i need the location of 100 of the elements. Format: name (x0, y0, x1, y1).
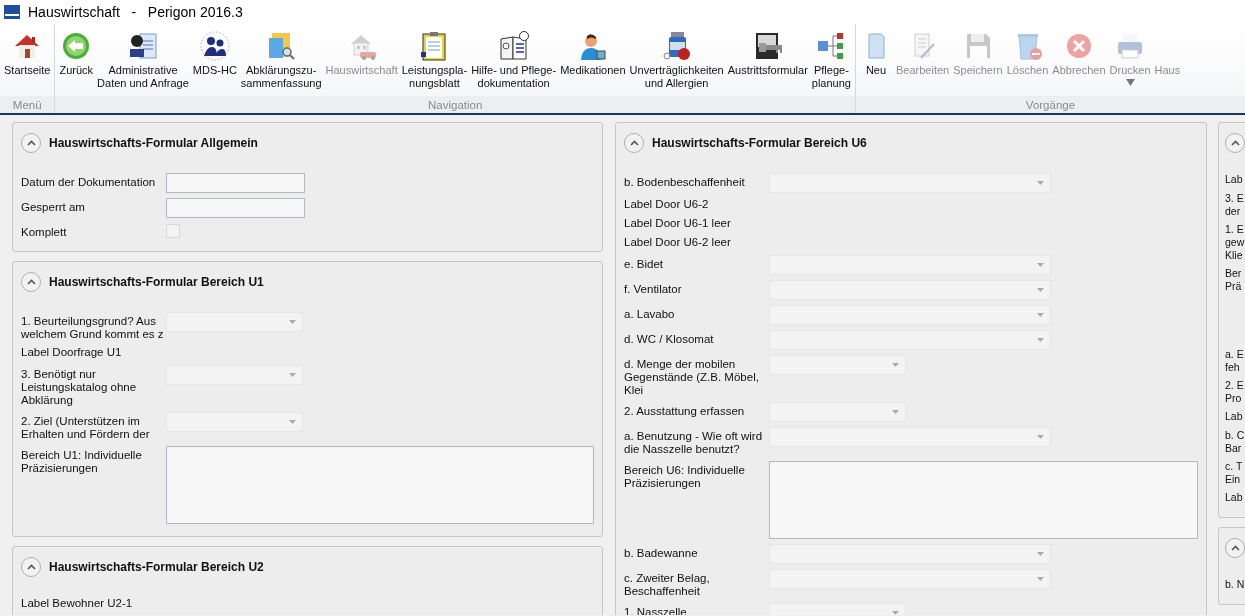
window-title: Hauswirtschaft - Perigon 2016.3 (28, 4, 243, 20)
field-label: b. C Bar (1225, 429, 1245, 455)
field-label: Datum der Dokumentation (21, 175, 157, 189)
field-label: c. T Ein (1225, 460, 1243, 486)
field-label: 1. Beurteilungsgrund? Aus welchem Grund kommt es z (21, 314, 165, 341)
field-label: Label Doorfrage U1 (21, 346, 122, 359)
dropdown-field[interactable] (769, 255, 1051, 275)
checkbox[interactable] (166, 224, 180, 238)
collapse-button[interactable] (21, 272, 41, 292)
panel-title: Hauswirtschafts-Formular Bereich U1 (49, 275, 264, 289)
field-label: 2. E Pro (1225, 379, 1244, 405)
app-logo-icon (4, 5, 20, 19)
collapse-button[interactable] (1225, 538, 1245, 558)
medicine-bottle-icon (660, 30, 693, 62)
dropdown-field[interactable] (769, 402, 906, 422)
ribbon-button[interactable]: Zurück (57, 24, 96, 96)
dropdown-field[interactable] (769, 355, 906, 375)
ribbon-button[interactable]: Abklärungszu- sammenfassung (238, 24, 324, 96)
ribbon-button[interactable]: MDS-HC (190, 24, 239, 96)
caret-icon (1037, 577, 1044, 581)
field-label: Lab (1225, 173, 1243, 186)
ribbon-button[interactable]: Medikationen (558, 24, 628, 96)
chevron-up-icon (629, 140, 639, 146)
caret-icon (1037, 263, 1044, 267)
chevron-up-icon (26, 140, 36, 146)
dropdown-field[interactable] (769, 427, 1051, 447)
field-label: d. Menge der mobilen Gegenstände (Z.B. Möbel, Klei (624, 357, 760, 397)
field-label: e. Bidet (624, 257, 664, 271)
chevron-up-icon (1230, 140, 1240, 146)
field-label: a. Benutzung - Wie oft wird die Nasszelle benutzt? (624, 429, 764, 456)
caret-icon (892, 611, 899, 615)
field-label: Komplett (21, 225, 68, 239)
caret-icon (1037, 552, 1044, 556)
field-label: a. Lavabo (624, 307, 676, 321)
chevron-up-icon (26, 279, 36, 285)
field-label: Lab (1225, 491, 1243, 504)
field-label: b. Badewanne (624, 546, 699, 560)
field-label: a. E feh (1225, 348, 1244, 374)
text-field[interactable] (166, 198, 305, 218)
field-label: c. Zweiter Belag, Beschaffenheit (624, 571, 711, 598)
caret-icon (1037, 181, 1044, 185)
ribbon-button[interactable]: Unverträglichkeiten und Allergien (627, 24, 726, 96)
field-label: 2. Ausstattung erfassen (624, 404, 746, 418)
caret-icon (1037, 313, 1044, 317)
field-label: 3. Benötigt nur Leistungskatalog ohne Abklärung (21, 367, 138, 407)
caret-icon (1037, 435, 1044, 439)
caret-icon (1037, 338, 1044, 342)
text-area[interactable] (769, 461, 1198, 539)
panel-title: Hauswirtschafts-Formular Bereich U2 (49, 560, 264, 574)
dropdown-field[interactable] (769, 544, 1051, 564)
dropdown-field[interactable] (769, 280, 1051, 300)
field-label: Label Door U6-2 (624, 198, 709, 211)
caret-icon (892, 363, 899, 367)
field-label: Label Door U6-2 leer (624, 236, 731, 249)
ribbon-button[interactable]: Pflege- planung (809, 24, 853, 96)
field-label: b. Bodenbeschaffenheit (624, 175, 746, 189)
text-field[interactable] (166, 173, 305, 193)
collapse-button[interactable] (624, 133, 644, 153)
field-label: d. WC / Klosomat (624, 332, 715, 346)
dropdown-field[interactable] (769, 330, 1051, 350)
dropdown-field[interactable] (166, 312, 303, 332)
ribbon-button[interactable]: Leistungspla- nungsblatt (399, 24, 470, 96)
ribbon-button[interactable]: Administrative Daten und Anfrage (95, 24, 191, 96)
caret-icon (289, 420, 296, 424)
field-label: 3. E der (1225, 192, 1244, 218)
ribbon-button[interactable]: Austrittsformular (725, 24, 810, 96)
dropdown-field[interactable] (769, 305, 1051, 325)
caret-icon (1037, 288, 1044, 292)
panel-title: Hauswirtschafts-Formular Allgemein (49, 136, 258, 150)
field-label: Ber Prä (1225, 267, 1242, 293)
caret-icon (289, 373, 296, 377)
ribbon-button[interactable]: Hilfe- und Pflege- dokumentation (469, 24, 559, 96)
people-icon (198, 30, 231, 62)
caret-icon (892, 410, 899, 414)
dropdown-field[interactable] (166, 365, 303, 385)
field-label: Label Bewohner U2-1 (21, 597, 133, 610)
dropdown-field[interactable] (166, 412, 303, 432)
dropdown-field[interactable] (769, 569, 1051, 589)
caret-icon (289, 320, 296, 324)
chevron-up-icon (26, 564, 36, 570)
text-area[interactable] (166, 446, 594, 524)
ribbon-button[interactable]: Startseite (2, 24, 53, 96)
collapse-button[interactable] (1225, 133, 1245, 153)
field-label: 2. Ziel (Unterstützen im Erhalten und Fördern der (21, 414, 151, 441)
field-label: f. Ventilator (624, 282, 683, 296)
collapse-button[interactable] (21, 133, 41, 153)
collapse-button[interactable] (21, 557, 41, 577)
ribbon-button[interactable]: Neu (857, 24, 894, 96)
field-label: Bereich U1: Individuelle Präzisierungen (21, 448, 143, 475)
field-label: Bereich U6: Individuelle Präzisierungen (624, 463, 746, 490)
book-clock-icon (497, 30, 530, 62)
ribbon-group-label: Navigation (428, 98, 483, 111)
ribbon-group-label: Menü (12, 98, 42, 111)
field-label: b. N (1225, 578, 1245, 591)
field-label: Gesperrt am (21, 200, 86, 214)
field-label: Label Door U6-1 leer (624, 217, 731, 230)
ribbon-group-label: Vorgänge (1025, 98, 1076, 111)
field-label: Lab (1225, 410, 1243, 423)
dropdown-field[interactable] (769, 173, 1051, 193)
field-label: 1. E gew Klie (1225, 223, 1245, 262)
